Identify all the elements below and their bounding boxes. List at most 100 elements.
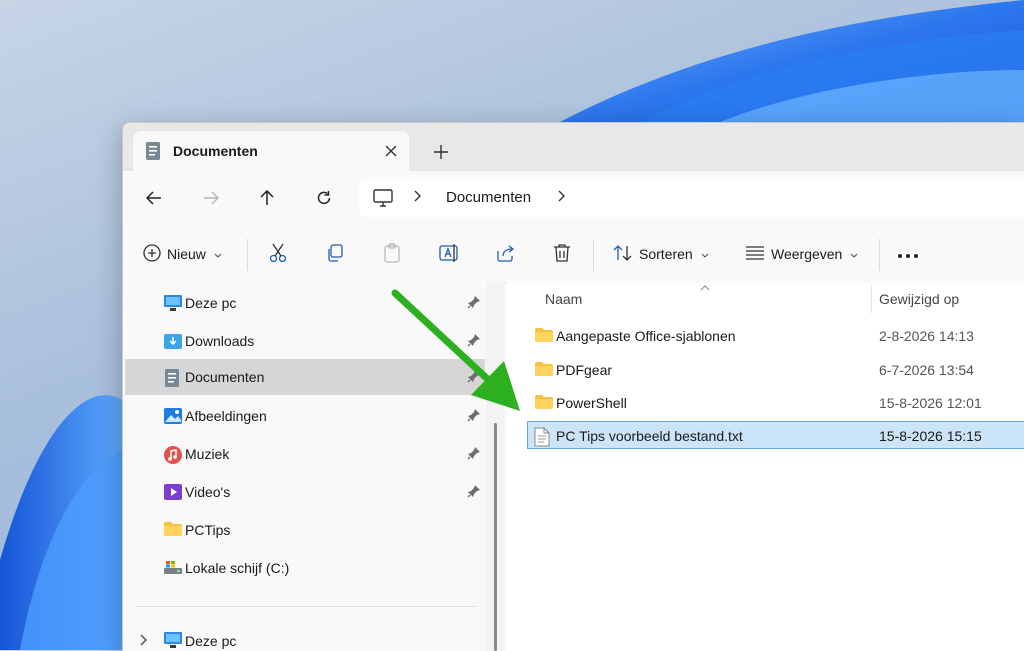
column-header: Naam Gewijzigd op	[507, 283, 1024, 313]
arrow-right-icon[interactable]	[195, 184, 227, 212]
view-label: Weergeven	[771, 246, 843, 262]
chevron-right-icon[interactable]	[413, 189, 423, 208]
sidebar-item-label: Downloads	[185, 333, 255, 349]
sidebar-divider	[135, 606, 475, 607]
sort-caret-icon	[700, 279, 710, 297]
sidebar-item-label: PCTips	[185, 522, 231, 538]
file-date: 15-8-2026 12:01	[879, 395, 982, 411]
folder-icon	[163, 521, 182, 539]
toolbar-divider	[247, 239, 248, 271]
folder-icon	[534, 361, 554, 382]
file-list-pane: Naam Gewijzigd op Aangepaste Office-sjab…	[507, 283, 1024, 651]
folder-icon	[534, 327, 554, 348]
text-file-icon	[534, 427, 550, 452]
copy-icon	[326, 243, 344, 265]
cut-icon	[269, 243, 287, 266]
new-label: Nieuw	[167, 246, 206, 262]
sidebar-item-documenten[interactable]: Documenten	[125, 359, 485, 395]
rename-button[interactable]	[439, 239, 459, 269]
column-modified[interactable]: Gewijzigd op	[879, 291, 959, 307]
file-name: PDFgear	[556, 362, 613, 378]
delete-button[interactable]	[553, 239, 571, 269]
computer-icon	[163, 631, 183, 651]
pictures-icon	[163, 407, 182, 425]
sidebar-scrollbar[interactable]	[486, 283, 504, 651]
chevron-down-icon	[214, 246, 222, 262]
close-icon[interactable]	[379, 139, 403, 163]
chevron-down-icon	[701, 246, 709, 262]
sidebar-item-label: Video's	[185, 484, 231, 500]
sidebar-item-pctips[interactable]: PCTips	[125, 512, 485, 548]
file-date: 6-7-2026 13:54	[879, 362, 974, 378]
computer-icon[interactable]	[373, 189, 393, 212]
folder-icon	[534, 394, 554, 415]
sidebar-item-downloads[interactable]: Downloads	[125, 323, 485, 359]
sort-button[interactable]: Sorteren	[613, 239, 709, 269]
plus-icon[interactable]	[427, 138, 455, 166]
new-button[interactable]: Nieuw	[143, 239, 222, 269]
navigation-bar: Documenten	[123, 171, 1024, 225]
pin-icon	[467, 295, 481, 314]
file-row-selected[interactable]: PC Tips voorbeeld bestand.txt 15-8-2026 …	[527, 421, 1024, 449]
downloads-folder-icon	[163, 332, 182, 350]
sidebar-item-label: Documenten	[185, 369, 265, 385]
share-button[interactable]	[496, 239, 516, 269]
sidebar-item-muziek[interactable]: Muziek	[125, 436, 485, 472]
file-name: PC Tips voorbeeld bestand.txt	[556, 428, 743, 444]
music-icon	[163, 445, 182, 464]
drive-icon	[163, 559, 182, 577]
scrollbar-thumb[interactable]	[494, 423, 497, 651]
cut-button[interactable]	[269, 239, 287, 269]
column-name[interactable]: Naam	[545, 291, 582, 307]
pin-icon	[467, 484, 481, 503]
sidebar-item-afbeeldingen[interactable]: Afbeeldingen	[125, 398, 485, 434]
tab-bar: Documenten	[123, 123, 1024, 171]
sidebar-item-label: Afbeeldingen	[185, 408, 267, 424]
address-bar[interactable]: Documenten	[359, 179, 1024, 217]
sidebar-item-lokale-schijf[interactable]: Lokale schijf (C:)	[125, 550, 485, 586]
computer-icon	[163, 294, 182, 312]
view-button[interactable]: Weergeven	[745, 239, 858, 269]
pin-icon	[467, 446, 481, 465]
file-row[interactable]: PowerShell 15-8-2026 12:01	[527, 388, 1024, 416]
video-icon	[163, 483, 182, 501]
pin-icon	[467, 408, 481, 427]
sidebar-item-deze-pc[interactable]: Deze pc	[125, 285, 485, 321]
paste-icon	[383, 242, 401, 266]
toolbar-divider	[593, 239, 594, 271]
file-explorer-window: Documenten Documenten Nieuw Sorteren Wee…	[122, 122, 1024, 651]
sidebar-item-label: Deze pc	[185, 295, 237, 311]
file-date: 2-8-2026 14:13	[879, 328, 974, 344]
arrow-up-icon[interactable]	[251, 184, 283, 212]
tab-title: Documenten	[173, 143, 258, 159]
paste-button[interactable]	[383, 239, 401, 269]
documents-icon	[163, 368, 181, 387]
copy-button[interactable]	[326, 239, 344, 269]
delete-icon	[553, 243, 571, 266]
refresh-icon[interactable]	[308, 184, 340, 212]
toolbar-divider	[879, 239, 880, 271]
file-row[interactable]: Aangepaste Office-sjablonen 2-8-2026 14:…	[527, 321, 1024, 349]
tree-item-deze-pc[interactable]: Deze pc	[125, 627, 485, 651]
file-name: PowerShell	[556, 395, 627, 411]
command-bar: Nieuw Sorteren Weergeven	[123, 225, 1024, 284]
sidebar-item-label: Muziek	[185, 446, 230, 462]
file-row[interactable]: PDFgear 6-7-2026 13:54	[527, 355, 1024, 383]
chevron-right-icon[interactable]	[557, 189, 567, 208]
rename-icon	[439, 243, 459, 266]
chevron-right-icon[interactable]	[139, 633, 149, 651]
share-icon	[496, 244, 516, 265]
sort-label: Sorteren	[639, 246, 693, 262]
breadcrumb-documenten[interactable]: Documenten	[446, 189, 531, 206]
more-button[interactable]	[897, 239, 919, 269]
pin-icon	[467, 333, 481, 352]
arrow-left-icon[interactable]	[138, 184, 170, 212]
file-date: 15-8-2026 15:15	[879, 428, 982, 444]
tab-documenten[interactable]: Documenten	[133, 131, 409, 171]
sort-icon	[613, 244, 633, 265]
sidebar-item-videos[interactable]: Video's	[125, 474, 485, 510]
column-divider[interactable]	[871, 285, 872, 313]
file-name: Aangepaste Office-sjablonen	[556, 328, 736, 344]
pin-icon	[467, 369, 481, 388]
document-icon	[145, 141, 161, 166]
